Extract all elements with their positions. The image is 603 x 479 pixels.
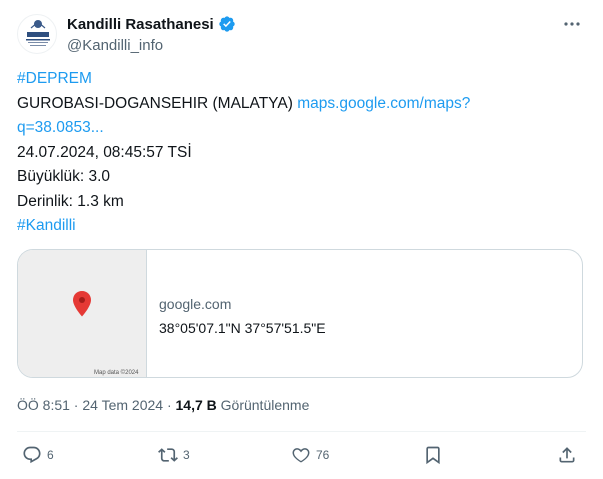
author-handle[interactable]: @Kandilli_info xyxy=(67,37,236,54)
hashtag-deprem[interactable]: #DEPREM xyxy=(17,70,92,87)
tweet-text: #DEPREM GUROBASI-DOGANSEHIR (MALATYA) ma… xyxy=(17,67,577,239)
tweet-timestamp[interactable]: ÖÖ 8:51 · 24 Tem 2024 · xyxy=(17,397,176,413)
reply-count: 6 xyxy=(47,448,54,462)
map-link-continued[interactable]: q=38.0853... xyxy=(17,119,104,136)
share-button[interactable] xyxy=(557,441,577,469)
more-icon xyxy=(564,22,580,26)
like-count: 76 xyxy=(316,448,330,462)
reply-icon xyxy=(23,446,41,464)
divider xyxy=(17,431,586,432)
share-icon xyxy=(559,447,575,463)
tweet-meta: ÖÖ 8:51 · 24 Tem 2024 · 14,7 B Görüntüle… xyxy=(17,397,309,413)
magnitude-text: Büyüklük: 3.0 xyxy=(17,168,111,185)
datetime-text: 24.07.2024, 08:45:57 TSİ xyxy=(17,143,192,161)
like-button[interactable]: 76 xyxy=(291,441,329,469)
map-link[interactable]: maps.google.com/maps? xyxy=(297,95,470,112)
author-name[interactable]: Kandilli Rasathanesi xyxy=(67,16,214,33)
depth-text: Derinlik: 1.3 km xyxy=(17,192,124,210)
action-bar: 6 3 76 xyxy=(17,441,583,469)
retweet-count: 3 xyxy=(183,448,190,462)
bookmark-icon xyxy=(426,446,440,465)
views-label: Görüntülenme xyxy=(216,397,310,413)
retweet-icon xyxy=(158,448,178,462)
like-icon xyxy=(292,448,310,463)
kandilli-logo xyxy=(26,20,50,46)
avatar[interactable] xyxy=(17,14,57,54)
more-button[interactable] xyxy=(561,14,583,34)
location-text: GUROBASI-DOGANSEHIR (MALATYA) xyxy=(17,94,298,112)
card-title: 38°05'07.1"N 37°57'51.5"E xyxy=(159,320,326,336)
reply-button[interactable]: 6 xyxy=(22,441,54,469)
map-thumbnail: Map data ©2024 xyxy=(18,250,147,377)
map-pin-icon xyxy=(73,291,91,317)
hashtag-kandilli[interactable]: #Kandilli xyxy=(17,217,76,234)
verified-icon xyxy=(219,16,235,32)
link-card[interactable]: Map data ©2024 google.com 38°05'07.1"N 3… xyxy=(17,249,583,378)
tweet-header: Kandilli Rasathanesi @Kandilli_info xyxy=(67,14,236,54)
views-count: 14,7 B xyxy=(175,397,217,413)
bookmark-button[interactable] xyxy=(423,441,443,469)
retweet-button[interactable]: 3 xyxy=(158,441,190,469)
map-credit: Map data ©2024 xyxy=(94,370,139,376)
card-domain: google.com xyxy=(159,296,232,312)
